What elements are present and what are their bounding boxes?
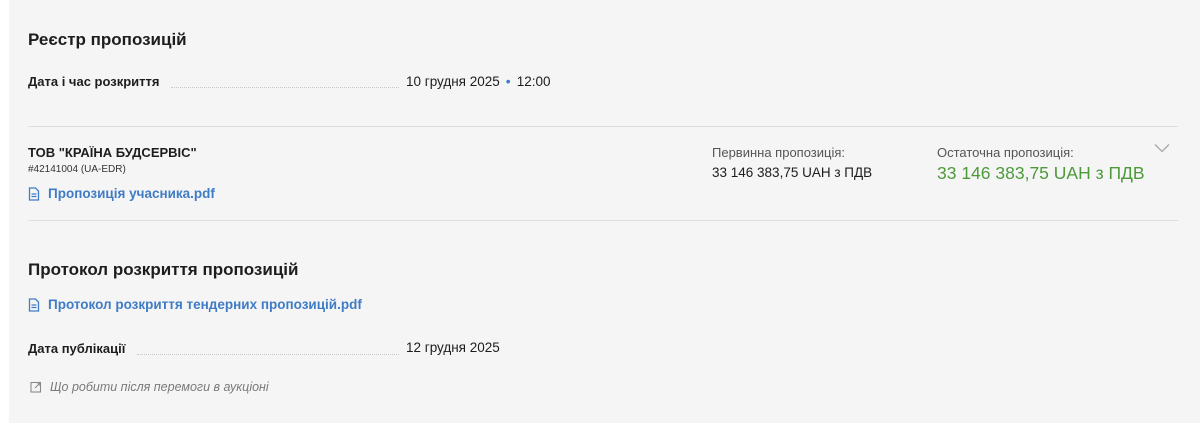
separator-dot: • xyxy=(505,73,511,89)
published-date: 12 грудня 2025 xyxy=(406,340,500,355)
bidder-id: #42141004 (UA-EDR) xyxy=(28,164,126,175)
opening-date-label: Дата і час розкриття xyxy=(28,74,160,89)
external-link-icon xyxy=(30,381,50,393)
initial-offer-value: 33 146 383,75 UAH з ПДВ xyxy=(712,165,873,180)
file-icon xyxy=(28,186,48,201)
final-offer-value: 33 146 383,75 UAH з ПДВ xyxy=(937,163,1145,183)
registry-title: Реєстр пропозицій xyxy=(28,30,187,49)
opening-datetime: 10 грудня 2025 • 12:00 xyxy=(406,73,550,89)
dotted-leader xyxy=(171,87,399,88)
bidder-file-link[interactable]: Пропозиція учасника.pdf xyxy=(28,186,215,201)
divider xyxy=(28,126,1178,127)
chevron-down-icon[interactable] xyxy=(1153,141,1171,155)
help-link[interactable]: Що робити після перемоги в аукціоні xyxy=(30,380,269,394)
opening-date: 10 грудня 2025 xyxy=(406,74,500,89)
file-icon xyxy=(28,297,48,312)
protocol-file-link[interactable]: Протокол розкриття тендерних пропозицій.… xyxy=(28,297,362,312)
bidder-name: ТОВ "КРАЇНА БУДСЕРВІС" xyxy=(28,145,197,160)
protocol-file-link-label: Протокол розкриття тендерних пропозицій.… xyxy=(48,297,362,312)
opening-time: 12:00 xyxy=(516,74,551,89)
published-date-label: Дата публікації xyxy=(28,341,126,356)
content-panel: Реєстр пропозицій Дата і час розкриття 1… xyxy=(9,0,1200,423)
divider xyxy=(28,220,1178,221)
dotted-leader xyxy=(137,354,399,355)
help-link-label: Що робити після перемоги в аукціоні xyxy=(50,380,269,394)
final-offer-label: Остаточна пропозиція: xyxy=(937,145,1074,160)
bidder-file-link-label: Пропозиція учасника.pdf xyxy=(48,186,215,201)
protocol-title: Протокол розкриття пропозицій xyxy=(28,260,299,279)
initial-offer-label: Первинна пропозиція: xyxy=(712,145,846,160)
